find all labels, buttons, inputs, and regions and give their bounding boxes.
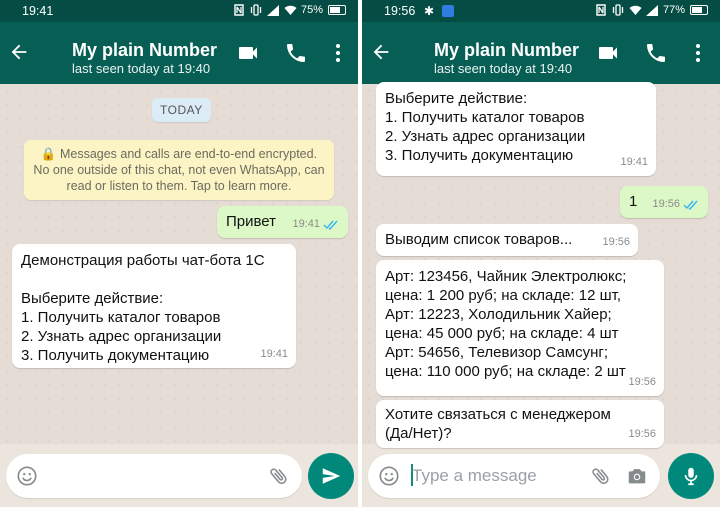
notification-icons: ✱ xyxy=(424,5,454,17)
message-time: 19:41 xyxy=(292,218,320,230)
more-options-icon[interactable] xyxy=(326,41,350,65)
message-input-field[interactable] xyxy=(6,454,302,498)
message-time: 19:56 xyxy=(602,236,630,248)
status-bar: 19:41 75% xyxy=(0,0,358,22)
message-bubble-incoming[interactable]: Арт: 123456, Чайник Электролюкс; цена: 1… xyxy=(376,260,664,396)
message-meta: 19:41 xyxy=(620,153,648,172)
message-text: 1 xyxy=(629,193,638,210)
chat-header: My plain Number last seen today at 19:40 xyxy=(0,22,358,84)
message-bubble-outgoing[interactable]: 1 19:56 xyxy=(620,186,708,218)
send-icon xyxy=(322,468,341,484)
battery-percent: 77% xyxy=(662,4,685,16)
vibrate-icon xyxy=(250,4,262,16)
back-arrow-icon[interactable] xyxy=(8,41,30,63)
message-input-field[interactable]: Type a message xyxy=(368,454,660,498)
message-bubble-outgoing[interactable]: Привет 19:41 xyxy=(217,206,348,238)
message-text: Привет xyxy=(226,213,277,230)
message-time: 19:56 xyxy=(652,198,680,210)
message-text: Арт: 123456, Чайник Электролюкс; цена: 1… xyxy=(385,268,627,380)
phone-screen-right: 19:56 ✱ 77% My plain Number last seen to… xyxy=(362,0,720,507)
contact-info[interactable]: My plain Number last seen today at 19:40 xyxy=(434,40,579,78)
microphone-icon xyxy=(684,467,698,486)
status-bar: 19:56 ✱ 77% xyxy=(362,0,720,22)
message-meta: 19:41 xyxy=(260,345,288,364)
message-list[interactable]: Выберите действие: 1. Получить каталог т… xyxy=(362,82,720,448)
status-time: 19:41 xyxy=(22,4,54,18)
emoji-icon[interactable] xyxy=(16,465,38,487)
status-icons: 77% xyxy=(595,4,708,16)
message-meta: 19:56 xyxy=(628,425,656,444)
battery-percent: 75% xyxy=(300,4,323,16)
wifi-icon xyxy=(284,4,297,16)
nfc-icon xyxy=(233,4,245,16)
voice-call-icon[interactable] xyxy=(284,41,308,65)
message-time: 19:56 xyxy=(628,428,656,440)
attach-icon[interactable] xyxy=(268,465,290,487)
message-time: 19:56 xyxy=(628,376,656,388)
slack-icon: ✱ xyxy=(424,4,435,18)
video-call-icon[interactable] xyxy=(596,41,620,65)
battery-charging-icon xyxy=(690,5,708,15)
message-bubble-incoming[interactable]: Демонстрация работы чат-бота 1С Выберите… xyxy=(12,244,296,368)
message-text: Хотите связаться с менеджером (Да/Нет)? xyxy=(385,406,611,442)
signal-icon xyxy=(645,4,658,16)
compose-bar: Type a message xyxy=(362,444,720,507)
message-list[interactable]: TODAY 🔒 Messages and calls are end-to-en… xyxy=(0,84,358,444)
date-chip: TODAY xyxy=(152,98,211,122)
app-notification-icon xyxy=(442,5,454,17)
signal-icon xyxy=(266,4,279,16)
contact-name: My plain Number xyxy=(72,40,218,60)
message-placeholder: Type a message xyxy=(412,466,537,485)
message-text: Выводим список товаров... xyxy=(385,231,573,248)
message-time: 19:41 xyxy=(260,348,288,360)
status-time: 19:56 xyxy=(384,4,416,18)
contact-info[interactable]: My plain Number last seen today at 19:40 xyxy=(72,40,217,78)
more-options-icon[interactable] xyxy=(686,41,710,65)
status-icons: 75% xyxy=(233,4,346,16)
read-receipt-icon xyxy=(323,220,338,230)
message-text: Демонстрация работы чат-бота 1С Выберите… xyxy=(21,252,265,364)
last-seen: last seen today at 19:40 xyxy=(434,61,573,76)
emoji-icon[interactable] xyxy=(378,465,400,487)
encryption-notice[interactable]: 🔒 Messages and calls are end-to-end encr… xyxy=(24,140,334,200)
message-meta: 19:56 xyxy=(602,233,630,252)
chat-header: My plain Number last seen today at 19:40 xyxy=(362,22,720,84)
message-bubble-incoming[interactable]: Хотите связаться с менеджером (Да/Нет)? … xyxy=(376,400,664,448)
read-receipt-icon xyxy=(683,200,698,210)
last-seen: last seen today at 19:40 xyxy=(72,61,211,76)
vibrate-icon xyxy=(612,4,624,16)
send-button[interactable] xyxy=(308,453,354,499)
message-meta: 19:56 xyxy=(652,195,700,214)
back-arrow-icon[interactable] xyxy=(370,41,392,63)
phone-screen-left: 19:41 75% My plain Number last seen toda… xyxy=(0,0,358,507)
nfc-icon xyxy=(595,4,607,16)
wifi-icon xyxy=(629,4,642,16)
message-meta: 19:41 xyxy=(292,215,340,234)
voice-call-icon[interactable] xyxy=(644,41,668,65)
message-time: 19:41 xyxy=(620,156,648,168)
battery-icon xyxy=(328,5,346,15)
contact-name: My plain Number xyxy=(434,40,580,60)
message-meta: 19:56 xyxy=(628,373,656,392)
video-call-icon[interactable] xyxy=(236,41,260,65)
message-bubble-incoming[interactable]: Выберите действие: 1. Получить каталог т… xyxy=(376,82,656,176)
camera-icon[interactable] xyxy=(626,465,648,487)
voice-message-button[interactable] xyxy=(668,453,714,499)
message-text: Выберите действие: 1. Получить каталог т… xyxy=(385,90,586,164)
attach-icon[interactable] xyxy=(590,465,612,487)
message-bubble-incoming[interactable]: Выводим список товаров... 19:56 xyxy=(376,224,638,256)
compose-bar xyxy=(0,444,358,507)
